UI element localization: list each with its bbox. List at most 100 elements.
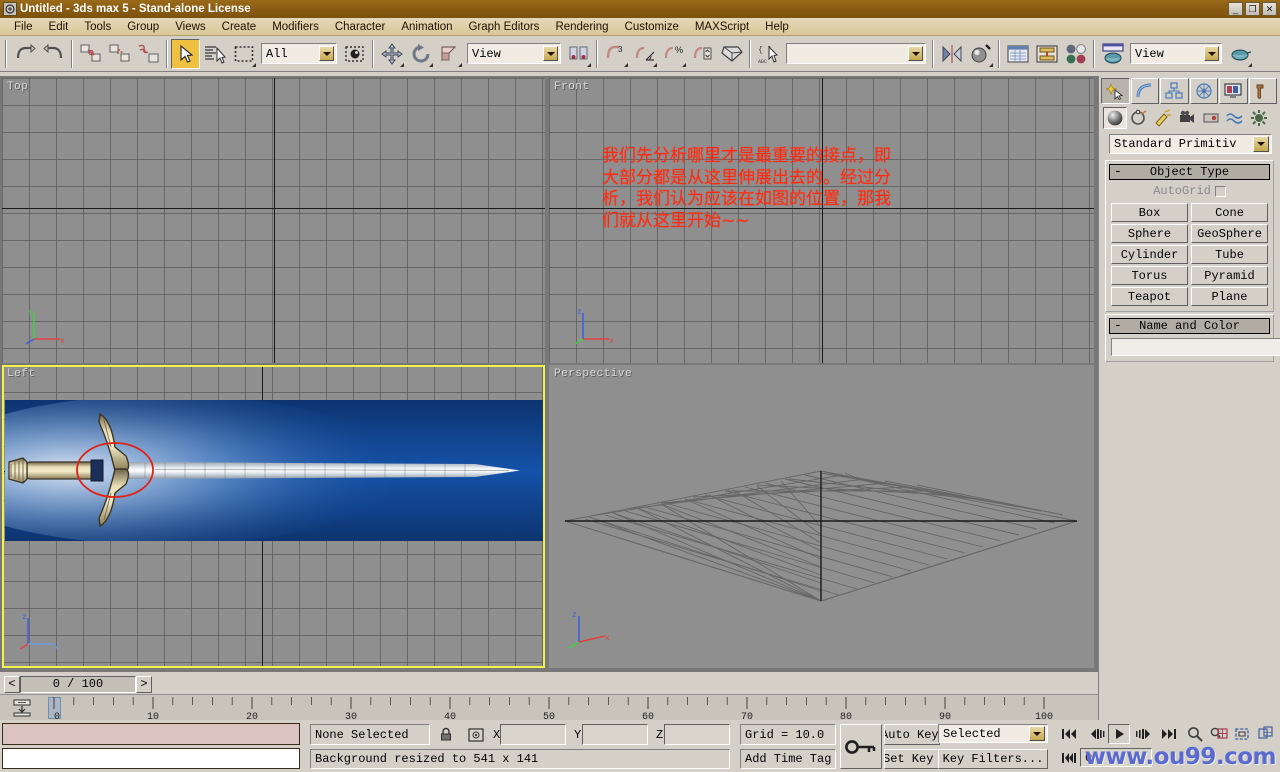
chevron-down-icon[interactable]: [543, 46, 558, 61]
select-object-icon[interactable]: [171, 38, 200, 69]
rectangular-selection-region-icon[interactable]: [229, 38, 258, 69]
object-name-input[interactable]: [1111, 338, 1280, 356]
command-tab-display[interactable]: [1219, 78, 1248, 104]
category-systems-icon[interactable]: [1247, 107, 1271, 129]
chevron-down-icon[interactable]: [908, 46, 923, 61]
select-and-rotate-icon[interactable]: [406, 38, 435, 69]
zoom-icon[interactable]: [1184, 724, 1206, 744]
object-button-pyramid[interactable]: Pyramid: [1191, 266, 1268, 285]
object-button-tube[interactable]: Tube: [1191, 245, 1268, 264]
next-frame-icon[interactable]: [1132, 724, 1154, 744]
time-slider-next-button[interactable]: >: [136, 675, 152, 693]
menu-item-views[interactable]: Views: [167, 20, 213, 34]
menu-item-animation[interactable]: Animation: [393, 20, 460, 34]
curve-editor-icon[interactable]: [1003, 38, 1032, 69]
category-space-warps-icon[interactable]: [1223, 107, 1247, 129]
menu-item-file[interactable]: File: [6, 20, 41, 34]
named-selection-sets-text-icon[interactable]: { } ABC: [754, 38, 783, 69]
viewport-top[interactable]: Top y x: [2, 78, 545, 363]
command-tab-utilities[interactable]: [1248, 78, 1277, 104]
object-button-sphere[interactable]: Sphere: [1111, 224, 1188, 243]
window-crossing-icon[interactable]: [340, 38, 369, 69]
object-button-torus[interactable]: Torus: [1111, 266, 1188, 285]
bind-to-space-warp-icon[interactable]: [134, 38, 163, 69]
chevron-down-icon[interactable]: [319, 46, 334, 61]
auto-key-button[interactable]: Auto Key: [884, 724, 940, 745]
select-and-move-icon[interactable]: [377, 38, 406, 69]
category-cameras-icon[interactable]: [1175, 107, 1199, 129]
category-helpers-icon[interactable]: [1199, 107, 1223, 129]
key-mode-toggle-icon[interactable]: [840, 724, 882, 769]
category-geometry-icon[interactable]: [1103, 107, 1127, 129]
menu-item-help[interactable]: Help: [757, 20, 797, 34]
viewport-perspective[interactable]: Perspective z x: [549, 365, 1094, 668]
minimize-button[interactable]: _: [1228, 2, 1243, 16]
unlink-selection-icon[interactable]: [105, 38, 134, 69]
align-icon[interactable]: [630, 38, 659, 69]
render-scene-icon[interactable]: [1098, 38, 1127, 69]
chevron-down-icon[interactable]: [1204, 46, 1219, 61]
time-slider-prev-button[interactable]: <: [4, 675, 20, 693]
menu-item-tools[interactable]: Tools: [76, 20, 119, 34]
zoom-all-icon[interactable]: [1208, 724, 1230, 744]
autogrid-checkbox[interactable]: [1214, 185, 1226, 197]
menu-item-graph-editors[interactable]: Graph Editors: [460, 20, 547, 34]
time-slider-frame-field[interactable]: 0 / 100: [20, 675, 136, 693]
use-pivot-point-center-icon[interactable]: [564, 38, 593, 69]
object-button-geosphere[interactable]: GeoSphere: [1191, 224, 1268, 243]
go-to-start-icon[interactable]: [1058, 724, 1080, 744]
name-and-color-header[interactable]: - Name and Color: [1109, 318, 1270, 334]
quick-render-icon[interactable]: [1225, 38, 1254, 69]
select-and-link-icon[interactable]: [76, 38, 105, 69]
restore-button[interactable]: ❐: [1245, 2, 1260, 16]
schematic-view-icon[interactable]: [1032, 38, 1061, 69]
percent-snap-icon[interactable]: %: [659, 38, 688, 69]
mirror-icon[interactable]: 3: [601, 38, 630, 69]
rollout-collapse-icon[interactable]: -: [1114, 318, 1122, 333]
material-editor-icon[interactable]: [1061, 38, 1090, 69]
command-tab-hierarchy[interactable]: [1160, 78, 1189, 104]
menu-item-maxscript[interactable]: MAXScript: [687, 20, 757, 34]
viewport-front[interactable]: Front 我们先分析哪里才是最重要的接点，即大部分都是从这里伸展出去的。经过分…: [549, 78, 1094, 363]
key-filters-button[interactable]: Key Filters...: [938, 749, 1048, 769]
reference-coordinate-system-dropdown[interactable]: View: [467, 43, 561, 64]
object-category-dropdown[interactable]: Standard Primitiv: [1109, 134, 1272, 154]
align-tool-icon[interactable]: [966, 38, 995, 69]
coord-x-field[interactable]: [500, 724, 566, 745]
category-shapes-icon[interactable]: [1127, 107, 1151, 129]
command-tab-modify[interactable]: [1130, 78, 1159, 104]
track-bar[interactable]: 0 10 20 30 40 50 60 70 80 90 100: [0, 694, 1098, 720]
absolute-mode-transform-type-in-icon[interactable]: [466, 724, 486, 745]
undo-icon[interactable]: [10, 38, 39, 69]
named-selection-set-field[interactable]: [786, 43, 926, 64]
menu-item-rendering[interactable]: Rendering: [547, 20, 616, 34]
command-tab-motion[interactable]: [1189, 78, 1218, 104]
menu-item-character[interactable]: Character: [327, 20, 394, 34]
previous-frame-icon[interactable]: [1086, 724, 1108, 744]
menu-item-create[interactable]: Create: [214, 20, 265, 34]
named-selection-sets-icon[interactable]: [717, 38, 746, 69]
menu-item-edit[interactable]: Edit: [41, 20, 77, 34]
zoom-extents-icon[interactable]: [1232, 724, 1254, 744]
go-to-end-icon[interactable]: [1158, 724, 1180, 744]
redo-icon[interactable]: [39, 38, 68, 69]
object-button-plane[interactable]: Plane: [1191, 287, 1268, 306]
key-filter-set-dropdown[interactable]: Selected: [938, 724, 1048, 743]
rollout-collapse-icon[interactable]: -: [1114, 164, 1122, 179]
lock-selection-icon[interactable]: [436, 724, 456, 745]
menu-item-group[interactable]: Group: [119, 20, 167, 34]
set-key-button[interactable]: Set Key: [884, 749, 940, 769]
zoom-extents-all-icon[interactable]: [1256, 724, 1278, 744]
play-animation-icon[interactable]: [1108, 724, 1130, 744]
object-type-header[interactable]: - Object Type: [1109, 164, 1270, 180]
command-tab-create[interactable]: [1101, 78, 1130, 104]
selection-filter-dropdown[interactable]: All: [261, 43, 337, 64]
viewport-left[interactable]: Left z y: [2, 365, 545, 668]
select-by-name-icon[interactable]: [200, 38, 229, 69]
object-button-teapot[interactable]: Teapot: [1111, 287, 1188, 306]
spinner-snap-icon[interactable]: [688, 38, 717, 69]
menu-item-modifiers[interactable]: Modifiers: [264, 20, 327, 34]
coord-y-field[interactable]: [582, 724, 648, 745]
select-and-uniform-scale-icon[interactable]: [435, 38, 464, 69]
object-button-box[interactable]: Box: [1111, 203, 1188, 222]
